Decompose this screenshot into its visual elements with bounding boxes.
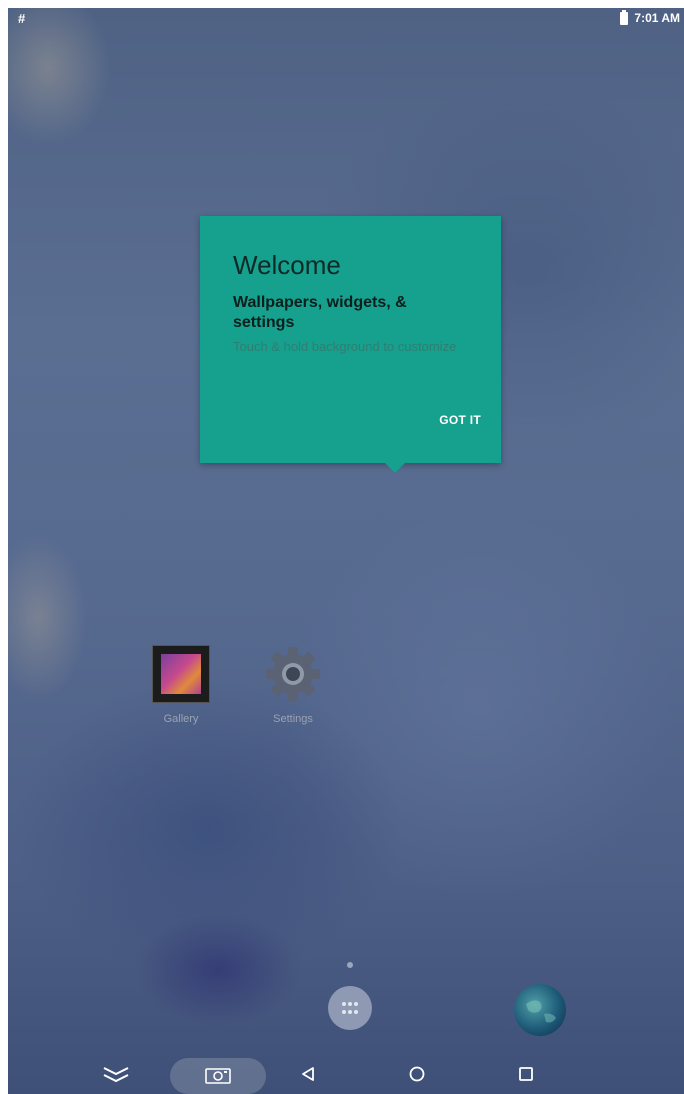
globe-icon[interactable] [514,984,566,1036]
back-icon [302,1067,314,1081]
recents-icon [519,1067,533,1081]
settings-app[interactable]: Settings [253,645,333,735]
screenshot-icon [205,1068,231,1084]
gallery-icon [152,645,210,703]
welcome-card-pointer [385,463,405,473]
settings-label: Settings [273,713,313,725]
welcome-title: Welcome [233,250,341,280]
welcome-body: Touch & hold background to customize [233,339,457,354]
gallery-app[interactable]: Gallery [141,645,221,735]
status-time: 7:01 AM [634,11,680,25]
welcome-subtitle: Wallpapers, widgets, & settings [233,294,407,331]
recents-button[interactable] [506,1058,546,1090]
gear-icon [266,647,320,701]
home-button[interactable] [397,1058,437,1090]
battery-icon [620,9,629,25]
page-indicator-dot [347,962,353,968]
status-hash-indicator: # [18,11,26,26]
got-it-button[interactable]: GOT IT [439,413,481,427]
app-drawer-icon [342,1002,358,1014]
hide-keyboard-icon [103,1067,129,1083]
gallery-label: Gallery [163,713,199,725]
welcome-card: Welcome Wallpapers, widgets, & settings … [200,216,501,473]
home-screen[interactable]: # 7:01 AM Welcome Wallpapers, widgets, &… [8,8,684,1094]
navigation-bar [8,1054,684,1094]
app-drawer-button[interactable] [328,986,372,1030]
back-button[interactable] [288,1058,328,1090]
hide-keyboard-button[interactable] [96,1058,136,1090]
screenshot-button[interactable] [170,1058,266,1094]
home-icon [409,1066,425,1082]
status-bar: # 7:01 AM [8,8,684,30]
status-right-group: 7:01 AM [620,9,680,25]
